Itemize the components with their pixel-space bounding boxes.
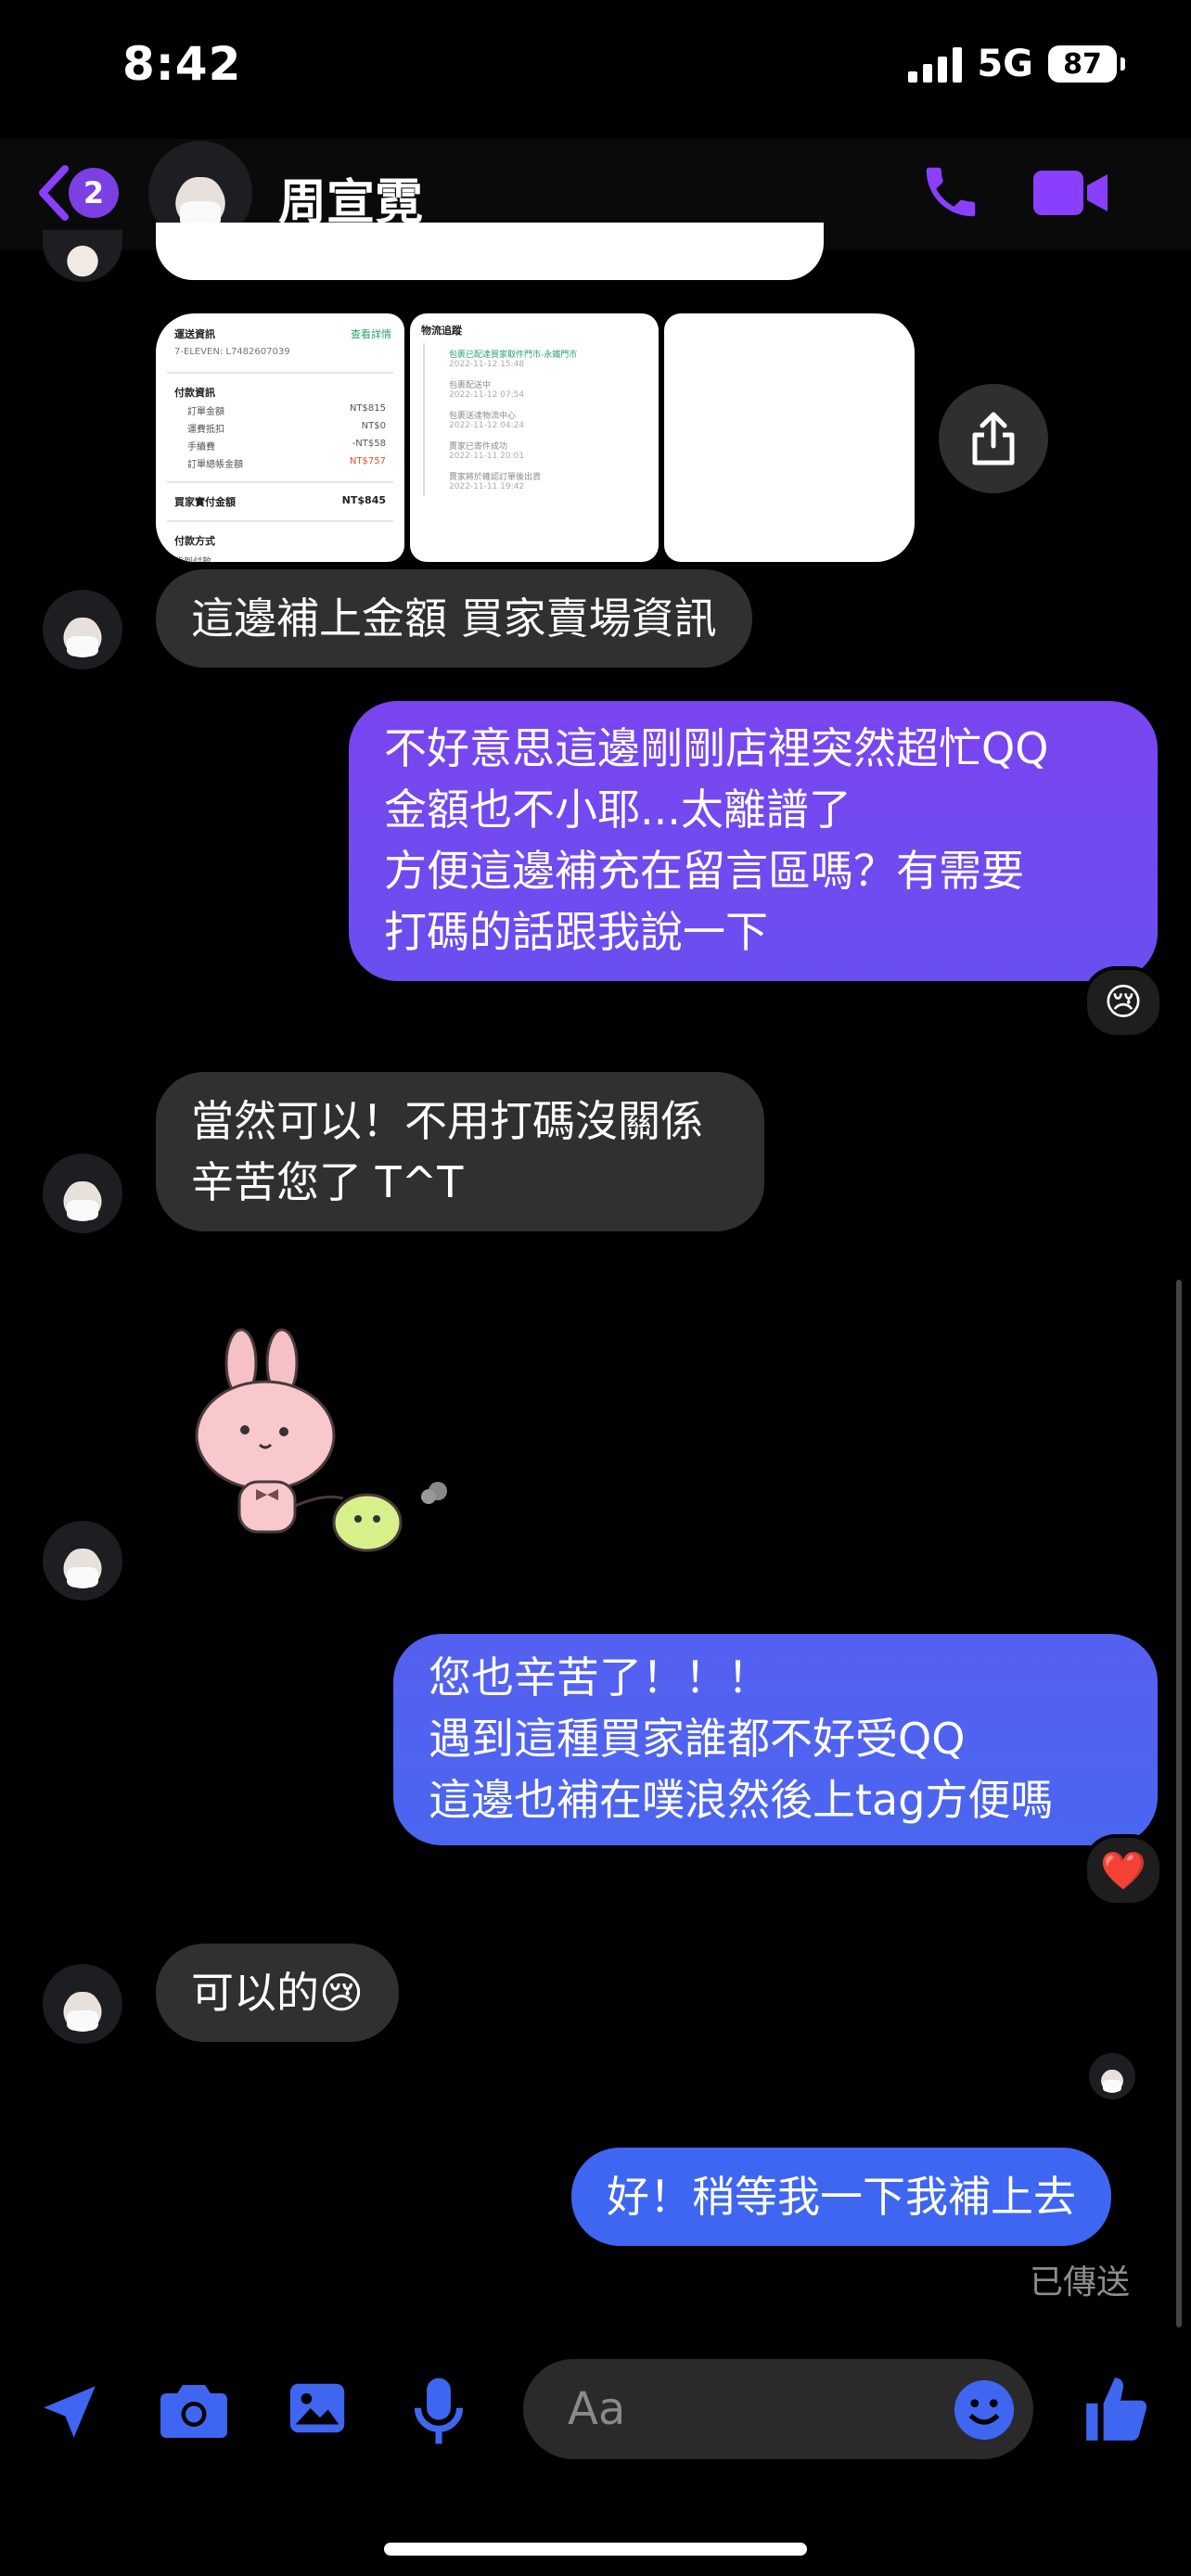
img1-link: 查看詳情 [351,328,391,340]
network-type: 5G [977,43,1033,85]
emoji-icon[interactable] [952,2378,1017,2442]
tracking-event: 賣家將於確認訂單後出貨 2022-11-11 19:42 [423,465,659,496]
img1-row-label: 訂單總帳金額 [187,460,243,470]
img1-row-value: NT$757 [349,456,386,466]
battery-icon: 87 [1048,45,1125,83]
video-camera-icon[interactable] [1031,165,1111,221]
tracking-event-time: 2022-11-12 15:48 [449,360,525,369]
microphone-icon[interactable] [412,2374,466,2448]
tracking-event-time: 2022-11-12 07:54 [449,390,525,400]
message-in[interactable]: 這邊補上金額 買家賣場資訊 [156,569,752,668]
tracking-event-text: 賣家已寄件成功 [449,442,508,452]
tracking-event-text: 賣家將於確認訂單後出貨 [449,473,542,482]
camera-icon[interactable] [158,2378,230,2442]
status-indicators: 5G 87 [908,43,1125,85]
img1-buyer-label: 買家實付金額 [174,496,236,508]
img1-row-label: 手續費 [187,442,215,453]
status-time: 8:42 [122,37,242,91]
img1-title: 運送資訊 [174,328,215,340]
tracking-event-text: 包裹送達物流中心 [449,412,517,421]
img1-buyer-value: NT$845 [341,494,386,506]
share-button[interactable] [939,384,1048,493]
message-input-placeholder: Aa [568,2383,626,2435]
tracking-event: 包裹配送中 2022-11-12 07:54 [423,374,659,404]
img1-method-value: 貨到付款 [156,550,404,562]
phone-icon[interactable] [918,159,983,224]
reaction-badge[interactable]: 😢 [1083,966,1163,1039]
img1-row: 手續費 -NT$58 [156,437,404,454]
read-receipt-avatar [1089,2053,1135,2099]
img1-pay-title: 付款資訊 [174,387,215,399]
img1-row-value: NT$815 [349,403,386,414]
message-status: 已傳送 [1030,2264,1131,2302]
shared-image-tracking[interactable]: 物流追蹤 包裹已配達買家取件門市-永鐵門市 2022-11-12 15:48 包裹配… [410,313,659,562]
chevron-left-icon [39,165,69,221]
back-button[interactable]: 2 [33,163,119,223]
img1-row-value: -NT$58 [352,439,386,449]
message-out[interactable]: 不好意思這邊剛剛店裡突然超忙QQ 金額也不小耶...太離譜了 方便這邊補充在留言… [349,701,1158,981]
message-out[interactable]: 您也辛苦了！！！ 遇到這種買家誰都不好受QQ 這邊也補在噗浪然後上tag方便嗎 [393,1634,1158,1845]
pink-bunny-sticker[interactable] [186,1326,464,1567]
sender-avatar [43,1964,122,2044]
sender-avatar [43,1154,122,1233]
sender-avatar [43,590,122,670]
message-in[interactable]: 可以的😢 [156,1944,399,2042]
img1-row-label: 運費抵扣 [187,425,224,435]
img1-row: 訂單總帳金額 NT$757 [156,454,404,472]
img1-rows: 訂單金額 NT$815 運費抵扣 NT$0 手續費 -NT$58 訂單總帳金額 NT$757 [156,402,404,472]
img1-row-value: NT$0 [361,421,386,431]
img2-title: 物流追蹤 [421,325,462,337]
thumbs-up-icon[interactable] [1083,2372,1152,2446]
sender-avatar [43,230,122,282]
location-arrow-icon[interactable] [35,2378,104,2446]
shared-image-third[interactable] [664,313,915,562]
home-indicator [384,2543,807,2556]
tracking-event: 賣家已寄件成功 2022-11-11 20:01 [423,435,659,465]
tracking-event: 包裹送達物流中心 2022-11-12 04:24 [423,404,659,435]
scrollbar[interactable] [1176,1280,1182,2327]
message-out[interactable]: 好！稍等我一下我補上去 [571,2148,1111,2246]
signal-icon [908,45,963,83]
tracking-event-time: 2022-11-12 04:24 [449,421,525,430]
tracking-event-text: 包裹已配達買家取件門市-永鐵門市 [449,351,578,360]
previous-message-fragment [156,223,824,280]
img1-method-label: 付款方式 [174,535,215,547]
gallery-icon[interactable] [284,2376,351,2441]
img2-events: 包裹已配達買家取件門市-永鐵門市 2022-11-12 15:48 包裹配送中 202… [410,343,659,496]
tracking-event-time: 2022-11-11 19:42 [449,482,525,491]
battery-level: 87 [1063,47,1102,81]
img1-row-label: 訂單金額 [187,407,224,417]
tracking-event: 包裹已配達買家取件門市-永鐵門市 2022-11-12 15:48 [423,343,659,374]
shared-image-payment[interactable]: 運送資訊 查看詳情 7-ELEVEN: L7482607039 付款資訊 訂單金… [156,313,404,562]
share-icon [972,412,1015,465]
tracking-event-text: 包裹配送中 [449,381,492,390]
reaction-badge[interactable]: ❤️ [1083,1834,1163,1906]
tracking-event-time: 2022-11-11 20:01 [449,452,525,461]
sender-avatar [43,1521,122,1600]
unread-badge: 2 [69,168,119,218]
img1-row: 訂單金額 NT$815 [156,402,404,419]
img1-tracking: 7-ELEVEN: L7482607039 [174,347,290,357]
img1-row: 運費抵扣 NT$0 [156,419,404,437]
message-in[interactable]: 當然可以！不用打碼沒關係 辛苦您了 T^T [156,1072,764,1231]
